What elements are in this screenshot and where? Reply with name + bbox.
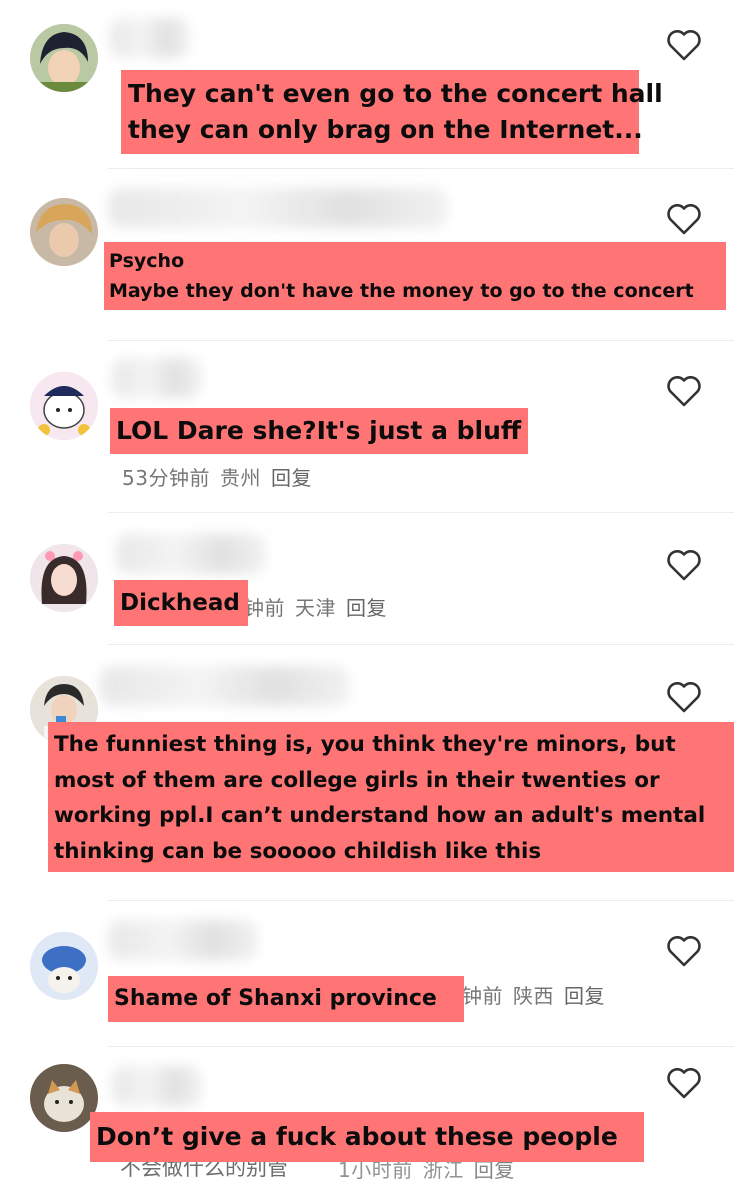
heart-outline-icon (667, 682, 701, 713)
comment-item: 钟前 天津 回复 Dickhead (0, 514, 734, 644)
like-button[interactable] (666, 1066, 702, 1100)
username-redacted (108, 188, 448, 228)
translation-caption: They can't even go to the concert hall t… (121, 70, 663, 154)
reply-button[interactable]: 回复 (564, 984, 605, 1008)
divider (108, 340, 734, 341)
avatar[interactable] (30, 24, 98, 92)
avatar-image (30, 24, 98, 92)
heart-outline-icon (667, 376, 701, 407)
comment-item: LOL Dare she?It's just a bluff 53分钟前 贵州 回复 (0, 342, 734, 514)
comment-meta: 53分钟前 贵州 回复 (122, 462, 312, 491)
avatar[interactable] (30, 372, 98, 440)
username-redacted (112, 358, 202, 398)
like-button[interactable] (666, 28, 702, 62)
divider (108, 512, 734, 513)
caption-line: Shame of Shanxi province (114, 986, 437, 1011)
caption-line: most of them are college girls in their … (54, 767, 660, 793)
caption-line: Dickhead (120, 590, 240, 616)
username-redacted (100, 666, 350, 706)
translation-caption: Psycho Maybe they don't have the money t… (104, 242, 726, 310)
translation-caption: Shame of Shanxi province (108, 976, 464, 1022)
avatar-image (30, 932, 98, 1000)
heart-outline-icon (667, 936, 701, 967)
like-button[interactable] (666, 202, 702, 236)
like-button[interactable] (666, 374, 702, 408)
caption-line: LOL Dare she?It's just a bluff (116, 416, 522, 445)
avatar[interactable] (30, 932, 98, 1000)
comment-time: 钟前 (244, 596, 285, 620)
avatar-image (30, 1064, 98, 1132)
username-redacted (110, 18, 190, 58)
caption-line: thinking can be sooooo childish like thi… (54, 838, 542, 864)
comment-time: 53分钟前 (122, 466, 210, 490)
translation-caption: Dickhead (114, 580, 248, 626)
avatar-image (30, 198, 98, 266)
comment-item: The funniest thing is, you think they're… (0, 646, 734, 900)
caption-line: Maybe they don't have the money to go to… (109, 280, 694, 302)
caption-line: working ppl.I can’t understand how an ad… (54, 803, 706, 828)
avatar-image (30, 372, 98, 440)
comment-meta: 钟前 天津 回复 (244, 592, 387, 621)
caption-line: Don’t give a fuck about these people (96, 1122, 618, 1151)
like-button[interactable] (666, 680, 702, 714)
divider (108, 1046, 734, 1047)
heart-outline-icon (667, 204, 701, 235)
caption-line: they can only brag on the Internet... (128, 115, 643, 144)
comment-location: 天津 (295, 596, 336, 620)
username-redacted (116, 534, 266, 574)
username-redacted (108, 920, 258, 960)
avatar[interactable] (30, 544, 98, 612)
heart-outline-icon (667, 1068, 701, 1099)
divider (108, 168, 734, 169)
like-button[interactable] (666, 934, 702, 968)
translation-caption: The funniest thing is, you think they're… (48, 722, 734, 872)
heart-outline-icon (667, 30, 701, 61)
comment-time: 钟前 (462, 984, 503, 1008)
caption-line: They can't even go to the concert hall (128, 79, 663, 108)
comment-meta: 钟前 陕西 回复 (462, 980, 605, 1009)
heart-outline-icon (667, 550, 701, 581)
reply-button[interactable]: 回复 (346, 596, 387, 620)
comment-location: 陕西 (513, 984, 554, 1008)
divider (108, 644, 734, 645)
caption-line: Psycho (109, 250, 185, 272)
comment-location: 贵州 (219, 466, 261, 490)
translation-caption: LOL Dare she?It's just a bluff (110, 408, 528, 454)
comment-item: They can't even go to the concert hall t… (0, 0, 734, 170)
like-button[interactable] (666, 548, 702, 582)
comment-item: 不会做什么的别管 1小时前 浙江 回复 Don’t give a fuck abou… (0, 1048, 734, 1200)
reply-button[interactable]: 回复 (271, 466, 312, 490)
comment-item: Psycho Maybe they don't have the money t… (0, 170, 734, 342)
divider (108, 900, 734, 901)
translation-caption: Don’t give a fuck about these people (90, 1112, 644, 1162)
avatar[interactable] (30, 1064, 98, 1132)
avatar[interactable] (30, 198, 98, 266)
avatar-image (30, 544, 98, 612)
comment-item: 钟前 陕西 回复 Shame of Shanxi province (0, 902, 734, 1046)
username-redacted (112, 1066, 202, 1106)
caption-line: The funniest thing is, you think they're… (54, 732, 676, 757)
